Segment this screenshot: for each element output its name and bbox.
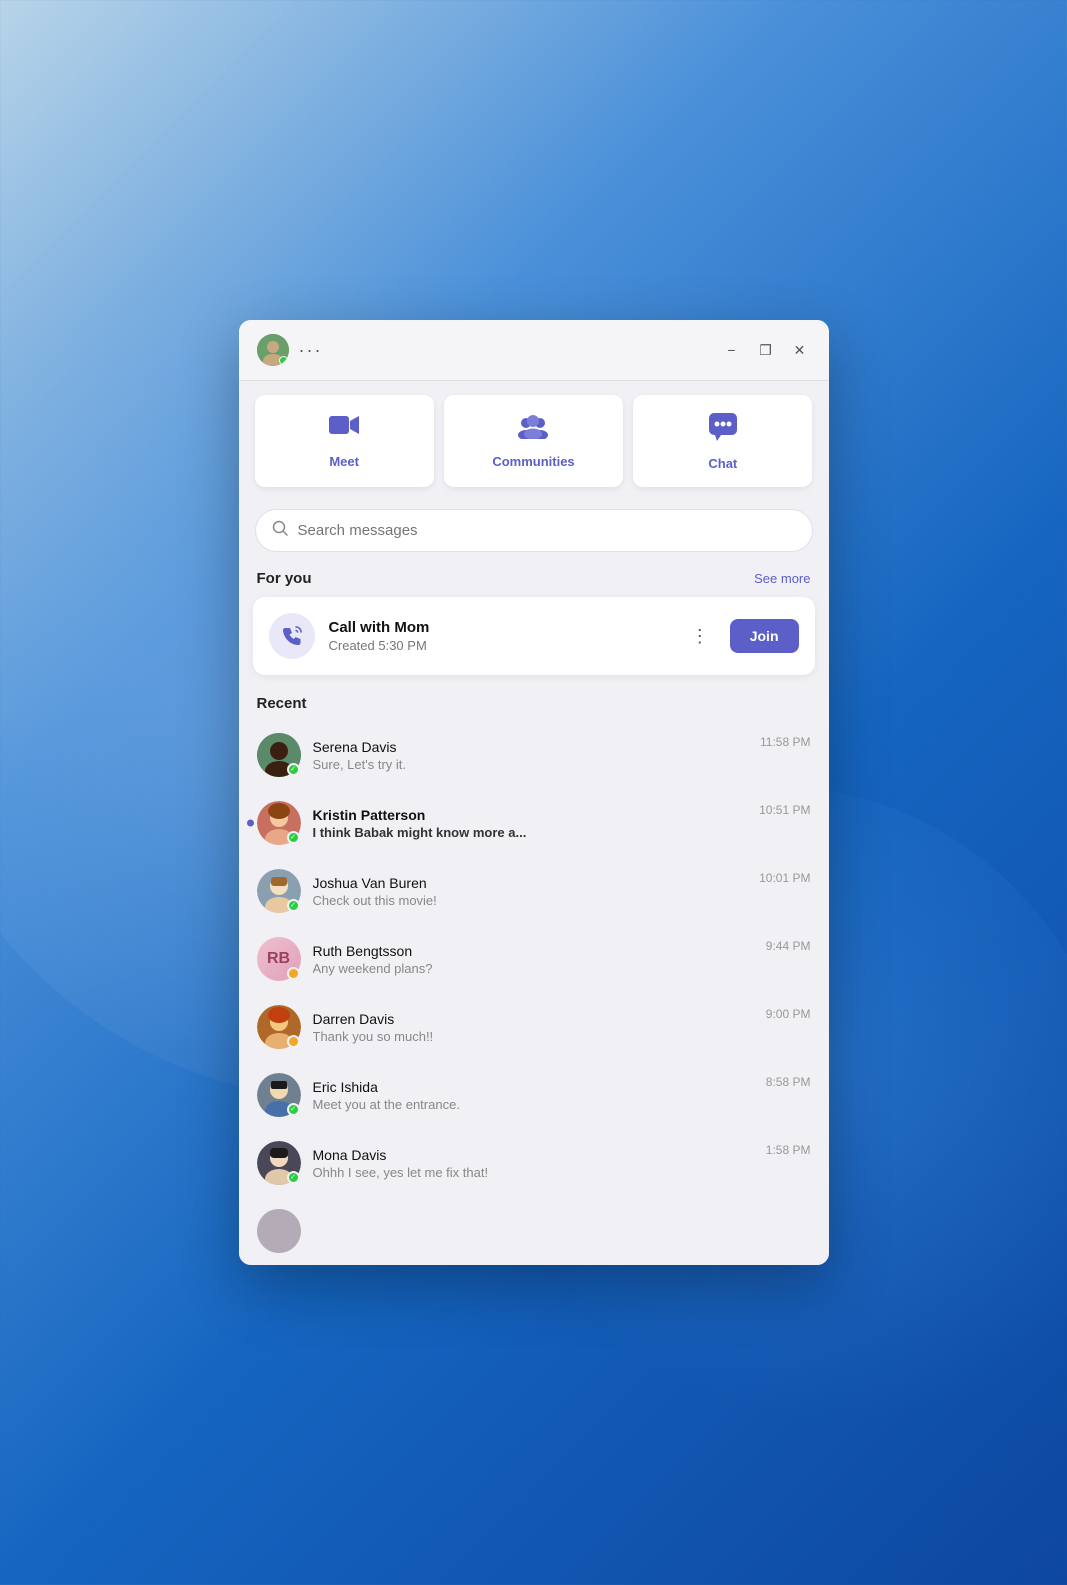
- chat-time-ruth: 9:44 PM: [766, 937, 811, 953]
- status-dot-mona: ✓: [287, 1171, 300, 1184]
- chat-name-kristin: Kristin Patterson: [313, 807, 748, 823]
- recent-title: Recent: [257, 695, 307, 712]
- communities-icon: [516, 411, 550, 446]
- status-dot-serena: ✓: [287, 763, 300, 776]
- chat-time-eric: 8:58 PM: [766, 1073, 811, 1089]
- nav-section: Meet Communities: [239, 381, 829, 501]
- chat-item-mona[interactable]: ✓ Mona Davis Ohhh I see, yes let me fix …: [239, 1129, 829, 1197]
- chat-name-darren: Darren Davis: [313, 1011, 754, 1027]
- chat-content-mona: Mona Davis Ohhh I see, yes let me fix th…: [313, 1147, 754, 1180]
- chat-content-eric: Eric Ishida Meet you at the entrance.: [313, 1079, 754, 1112]
- recent-list: ✓ Serena Davis Sure, Let's try it. 11:58…: [239, 721, 829, 1265]
- chat-content-darren: Darren Davis Thank you so much!!: [313, 1011, 754, 1044]
- chat-content-serena: Serena Davis Sure, Let's try it.: [313, 739, 749, 772]
- chat-item-partial: [239, 1197, 829, 1265]
- chat-button[interactable]: Chat: [633, 395, 812, 487]
- chat-preview-ruth: Any weekend plans?: [313, 961, 754, 976]
- recent-header: Recent: [239, 691, 829, 721]
- chat-name-ruth: Ruth Bengtsson: [313, 943, 754, 959]
- avatar-wrap-eric: ✓: [257, 1073, 301, 1117]
- chat-time-mona: 1:58 PM: [766, 1141, 811, 1157]
- chat-time-serena: 11:58 PM: [760, 733, 810, 749]
- close-button[interactable]: ✕: [789, 339, 811, 361]
- call-info: Call with Mom Created 5:30 PM: [329, 619, 671, 653]
- chat-time-darren: 9:00 PM: [766, 1005, 811, 1021]
- search-section: [239, 501, 829, 566]
- meet-button[interactable]: Meet: [255, 395, 434, 487]
- chat-name-mona: Mona Davis: [313, 1147, 754, 1163]
- title-bar: ··· − ❐ ✕: [239, 320, 829, 381]
- chat-item-kristin[interactable]: ✓ Kristin Patterson I think Babak might …: [239, 789, 829, 857]
- avatar-wrap-kristin: ✓: [257, 801, 301, 845]
- chat-label: Chat: [708, 456, 737, 471]
- call-icon: [269, 613, 315, 659]
- avatar-wrap-joshua: ✓: [257, 869, 301, 913]
- call-title: Call with Mom: [329, 619, 671, 636]
- chat-content-ruth: Ruth Bengtsson Any weekend plans?: [313, 943, 754, 976]
- status-dot-kristin: ✓: [287, 831, 300, 844]
- chat-preview-eric: Meet you at the entrance.: [313, 1097, 754, 1112]
- restore-button[interactable]: ❐: [755, 339, 777, 361]
- call-more-button[interactable]: ⋮: [685, 626, 716, 647]
- chat-preview-joshua: Check out this movie!: [313, 893, 748, 908]
- status-dot-joshua: ✓: [287, 899, 300, 912]
- search-bar[interactable]: [255, 509, 813, 552]
- chat-name-serena: Serena Davis: [313, 739, 749, 755]
- chat-preview-darren: Thank you so much!!: [313, 1029, 754, 1044]
- avatar-wrap-ruth: RB: [257, 937, 301, 981]
- status-dot-darren: [287, 1035, 300, 1048]
- chat-name-eric: Eric Ishida: [313, 1079, 754, 1095]
- see-more-button[interactable]: See more: [754, 571, 810, 586]
- online-indicator: [279, 356, 288, 365]
- more-options-button[interactable]: ···: [299, 340, 323, 361]
- meet-icon: [328, 411, 360, 446]
- join-button[interactable]: Join: [730, 619, 799, 653]
- chat-content-joshua: Joshua Van Buren Check out this movie!: [313, 875, 748, 908]
- title-bar-left: ···: [257, 334, 323, 366]
- avatar-wrap-serena: ✓: [257, 733, 301, 777]
- for-you-title: For you: [257, 570, 312, 587]
- communities-button[interactable]: Communities: [444, 395, 623, 487]
- chat-item-serena[interactable]: ✓ Serena Davis Sure, Let's try it. 11:58…: [239, 721, 829, 789]
- avatar-wrap-darren: [257, 1005, 301, 1049]
- for-you-header: For you See more: [239, 566, 829, 597]
- app-window: ··· − ❐ ✕ Meet: [239, 320, 829, 1265]
- meet-label: Meet: [329, 454, 359, 469]
- chat-preview-serena: Sure, Let's try it.: [313, 757, 749, 772]
- unread-dot-kristin: [247, 820, 254, 827]
- chat-item-ruth[interactable]: RB Ruth Bengtsson Any weekend plans? 9:4…: [239, 925, 829, 993]
- chat-time-joshua: 10:01 PM: [759, 869, 810, 885]
- chat-item-joshua[interactable]: ✓ Joshua Van Buren Check out this movie!…: [239, 857, 829, 925]
- chat-item-eric[interactable]: ✓ Eric Ishida Meet you at the entrance. …: [239, 1061, 829, 1129]
- avatar-partial: [257, 1209, 301, 1253]
- chat-preview-mona: Ohhh I see, yes let me fix that!: [313, 1165, 754, 1180]
- avatar-wrap-mona: ✓: [257, 1141, 301, 1185]
- search-icon: [272, 520, 288, 541]
- chat-icon: [707, 411, 739, 448]
- minimize-button[interactable]: −: [721, 339, 743, 361]
- chat-name-joshua: Joshua Van Buren: [313, 875, 748, 891]
- title-bar-controls: − ❐ ✕: [721, 339, 811, 361]
- chat-content-kristin: Kristin Patterson I think Babak might kn…: [313, 807, 748, 840]
- chat-item-darren[interactable]: Darren Davis Thank you so much!! 9:00 PM: [239, 993, 829, 1061]
- call-card[interactable]: Call with Mom Created 5:30 PM ⋮ Join: [253, 597, 815, 675]
- user-avatar[interactable]: [257, 334, 289, 366]
- search-input[interactable]: [298, 522, 796, 539]
- status-dot-ruth: [287, 967, 300, 980]
- chat-time-kristin: 10:51 PM: [759, 801, 810, 817]
- chat-preview-kristin: I think Babak might know more a...: [313, 825, 748, 840]
- status-dot-eric: ✓: [287, 1103, 300, 1116]
- communities-label: Communities: [492, 454, 574, 469]
- avatar-wrap-partial: [257, 1209, 301, 1253]
- call-subtitle: Created 5:30 PM: [329, 638, 671, 653]
